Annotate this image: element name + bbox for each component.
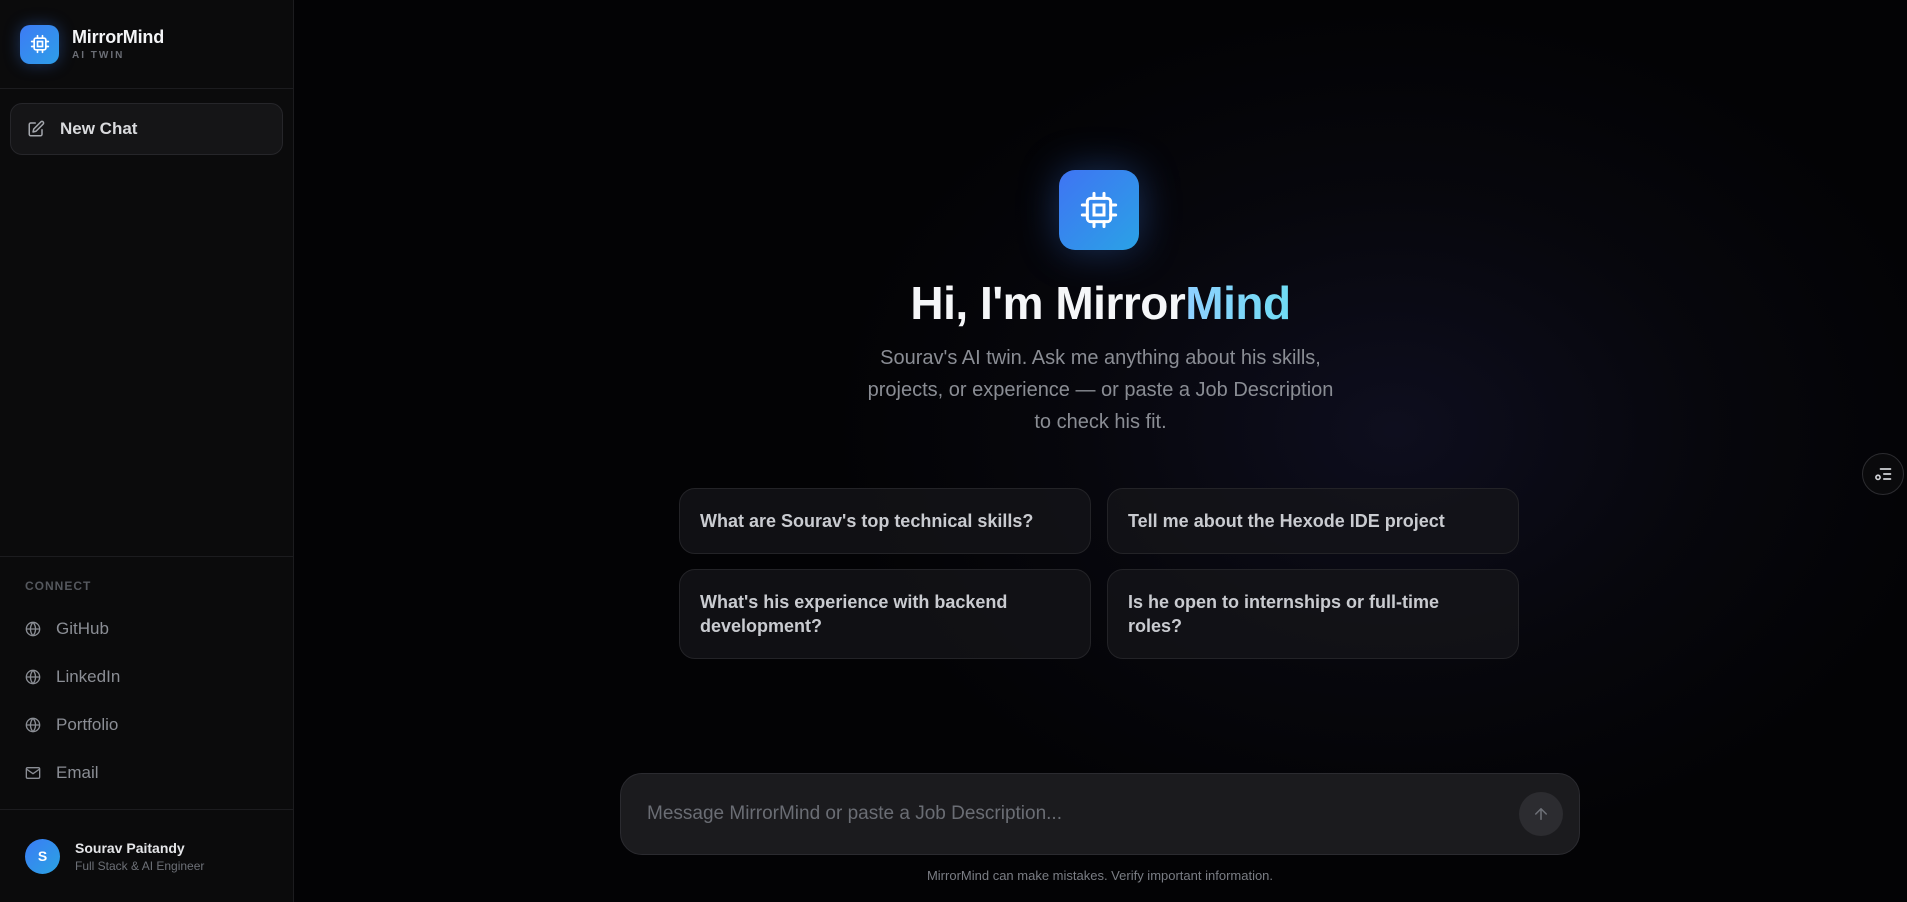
- link-label: Email: [56, 763, 99, 782]
- hero-subtitle-line: to check his fit.: [1034, 411, 1167, 433]
- suggestion-card[interactable]: Is he open to internships or full-time r…: [1107, 569, 1519, 659]
- cpu-icon: [20, 24, 59, 64]
- new-chat-button[interactable]: New Chat: [10, 103, 283, 155]
- hero-title: Hi, I'm MirrorMind: [294, 276, 1907, 330]
- cpu-icon: [1059, 170, 1139, 250]
- suggestion-card[interactable]: What's his experience with backend devel…: [679, 569, 1091, 659]
- chat-history-area: [0, 155, 293, 556]
- arrow-up-icon: [1532, 805, 1550, 823]
- hero-subtitle-line: projects, or experience — or paste a Job…: [867, 379, 1334, 401]
- link-label: GitHub: [56, 619, 109, 638]
- link-portfolio[interactable]: Portfolio: [0, 701, 293, 749]
- connect-title: CONNECT: [25, 579, 92, 593]
- brand-text: MirrorMind AI TWIN: [72, 27, 164, 61]
- hero-title-accent: Mind: [1185, 277, 1291, 329]
- avatar: S: [25, 838, 60, 874]
- hero-subtitle-line: Sourav's AI twin. Ask me anything about …: [880, 347, 1321, 369]
- link-email[interactable]: Email: [0, 749, 293, 797]
- disclaimer: MirrorMind can make mistakes. Verify imp…: [926, 868, 1274, 883]
- send-button[interactable]: [1519, 792, 1563, 836]
- main-panel: Hi, I'm MirrorMind Sourav's AI twin. Ask…: [294, 0, 1907, 902]
- connect-section: CONNECT GitHub LinkedIn Portfolio Email: [0, 556, 293, 809]
- brand-subtitle: AI TWIN: [72, 50, 125, 61]
- list-settings-icon: [1873, 464, 1893, 484]
- app: MirrorMind AI TWIN New Chat CONNECT GitH…: [0, 0, 1907, 902]
- user-text: Sourav Paitandy Full Stack & AI Engineer: [75, 840, 204, 873]
- message-input[interactable]: [647, 794, 1507, 834]
- hero-subtitle: Sourav's AI twin. Ask me anything about …: [294, 342, 1907, 438]
- link-github[interactable]: GitHub: [0, 605, 293, 653]
- globe-icon: [25, 621, 41, 637]
- toc-toggle-button[interactable]: [1862, 453, 1904, 495]
- suggestion-card[interactable]: Tell me about the Hexode IDE project: [1107, 488, 1519, 554]
- globe-icon: [25, 717, 41, 733]
- user-profile[interactable]: S Sourav Paitandy Full Stack & AI Engine…: [0, 809, 293, 902]
- globe-icon: [25, 669, 41, 685]
- brand-header: MirrorMind AI TWIN: [0, 0, 293, 89]
- suggestion-grid: What are Sourav's top technical skills? …: [679, 488, 1519, 659]
- mail-icon: [25, 765, 41, 781]
- link-label: Portfolio: [56, 715, 119, 734]
- link-linkedin[interactable]: LinkedIn: [0, 653, 293, 701]
- user-name: Sourav Paitandy: [75, 839, 185, 856]
- message-composer: [620, 773, 1580, 855]
- edit-icon: [27, 120, 45, 138]
- link-label: LinkedIn: [56, 667, 121, 686]
- brand-name: MirrorMind: [72, 27, 164, 47]
- new-chat-label: New Chat: [60, 119, 138, 138]
- user-role: Full Stack & AI Engineer: [75, 858, 205, 873]
- suggestion-card[interactable]: What are Sourav's top technical skills?: [679, 488, 1091, 554]
- hero-title-prefix: Hi, I'm Mirror: [910, 277, 1186, 329]
- sidebar: MirrorMind AI TWIN New Chat CONNECT GitH…: [0, 0, 294, 902]
